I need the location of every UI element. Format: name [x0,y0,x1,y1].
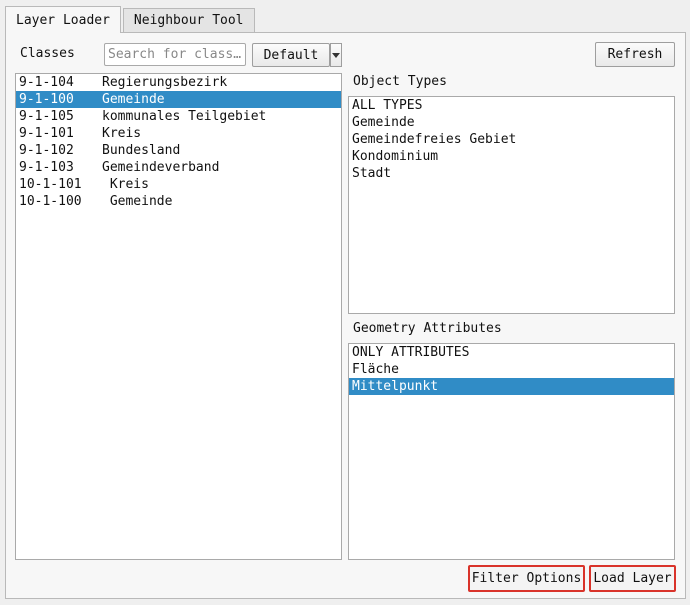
load-layer-button-label: Load Layer [593,571,672,586]
geometry-attributes-list[interactable]: ONLY ATTRIBUTES Fläche Mittelpunkt [348,343,675,560]
list-item[interactable]: 10-1-100 Gemeinde [16,193,341,210]
class-code: 10-1-101 [19,177,82,192]
class-code: 9-1-104 [19,75,74,90]
load-layer-button[interactable]: Load Layer [589,565,676,592]
filter-options-button[interactable]: Filter Options [468,565,585,592]
list-item[interactable]: 9-1-101 Kreis [16,125,341,142]
object-types-label: Object Types [353,74,447,89]
refresh-button-label: Refresh [607,47,663,62]
list-item[interactable]: 10-1-101 Kreis [16,176,341,193]
class-code: 9-1-105 [19,109,74,124]
class-name: Gemeindeverband [102,160,220,175]
tab-neighbour-tool[interactable]: Neighbour Tool [122,8,255,32]
list-item[interactable]: Stadt [349,165,674,182]
default-dropdown-button[interactable] [330,43,342,67]
list-item[interactable]: 9-1-103 Gemeindeverband [16,159,341,176]
list-item[interactable]: 9-1-102 Bundesland [16,142,341,159]
tab-neighbour-tool-label: Neighbour Tool [133,13,244,28]
class-name: Bundesland [102,143,181,158]
list-item[interactable]: Fläche [349,361,674,378]
class-code: 9-1-100 [19,92,74,107]
classes-list[interactable]: 9-1-104 Regierungsbezirk 9-1-100 Gemeinde 9-… [15,73,342,560]
geometry-attributes-label: Geometry Attributes [353,321,502,336]
class-name: Gemeinde [102,194,173,209]
tab-layer-loader[interactable]: Layer Loader [5,6,121,33]
default-button-label: Default [263,47,319,63]
list-item[interactable]: ONLY ATTRIBUTES [349,344,674,361]
list-item[interactable]: Mittelpunkt [349,378,674,395]
class-code: 10-1-100 [19,194,82,209]
class-name: Regierungsbezirk [102,75,228,90]
tab-layer-loader-label: Layer Loader [16,12,110,28]
list-item[interactable]: ALL TYPES [349,97,674,114]
class-name: Kreis [102,126,142,141]
list-item[interactable]: 9-1-104 Regierungsbezirk [16,74,341,91]
refresh-button[interactable]: Refresh [595,42,675,67]
list-item[interactable]: Gemeinde [349,114,674,131]
tab-bar: Layer Loader Neighbour Tool [5,6,257,33]
list-item[interactable]: Gemeindefreies Gebiet [349,131,674,148]
class-code: 9-1-101 [19,126,74,141]
list-item[interactable]: 9-1-100 Gemeinde [16,91,341,108]
object-types-list[interactable]: ALL TYPES Gemeinde Gemeindefreies Gebiet Ko… [348,96,675,314]
class-name: kommunales Teilgebiet [102,109,267,124]
class-code: 9-1-103 [19,160,74,175]
filter-options-button-label: Filter Options [471,571,582,586]
list-item[interactable]: 9-1-105 kommunales Teilgebiet [16,108,341,125]
class-code: 9-1-102 [19,143,74,158]
class-name: Gemeinde [102,92,165,107]
class-search-input[interactable] [104,43,246,66]
classes-label: Classes [20,46,75,61]
chevron-down-icon [332,52,340,58]
list-item[interactable]: Kondominium [349,148,674,165]
default-button[interactable]: Default [252,43,330,67]
class-name: Kreis [102,177,149,192]
